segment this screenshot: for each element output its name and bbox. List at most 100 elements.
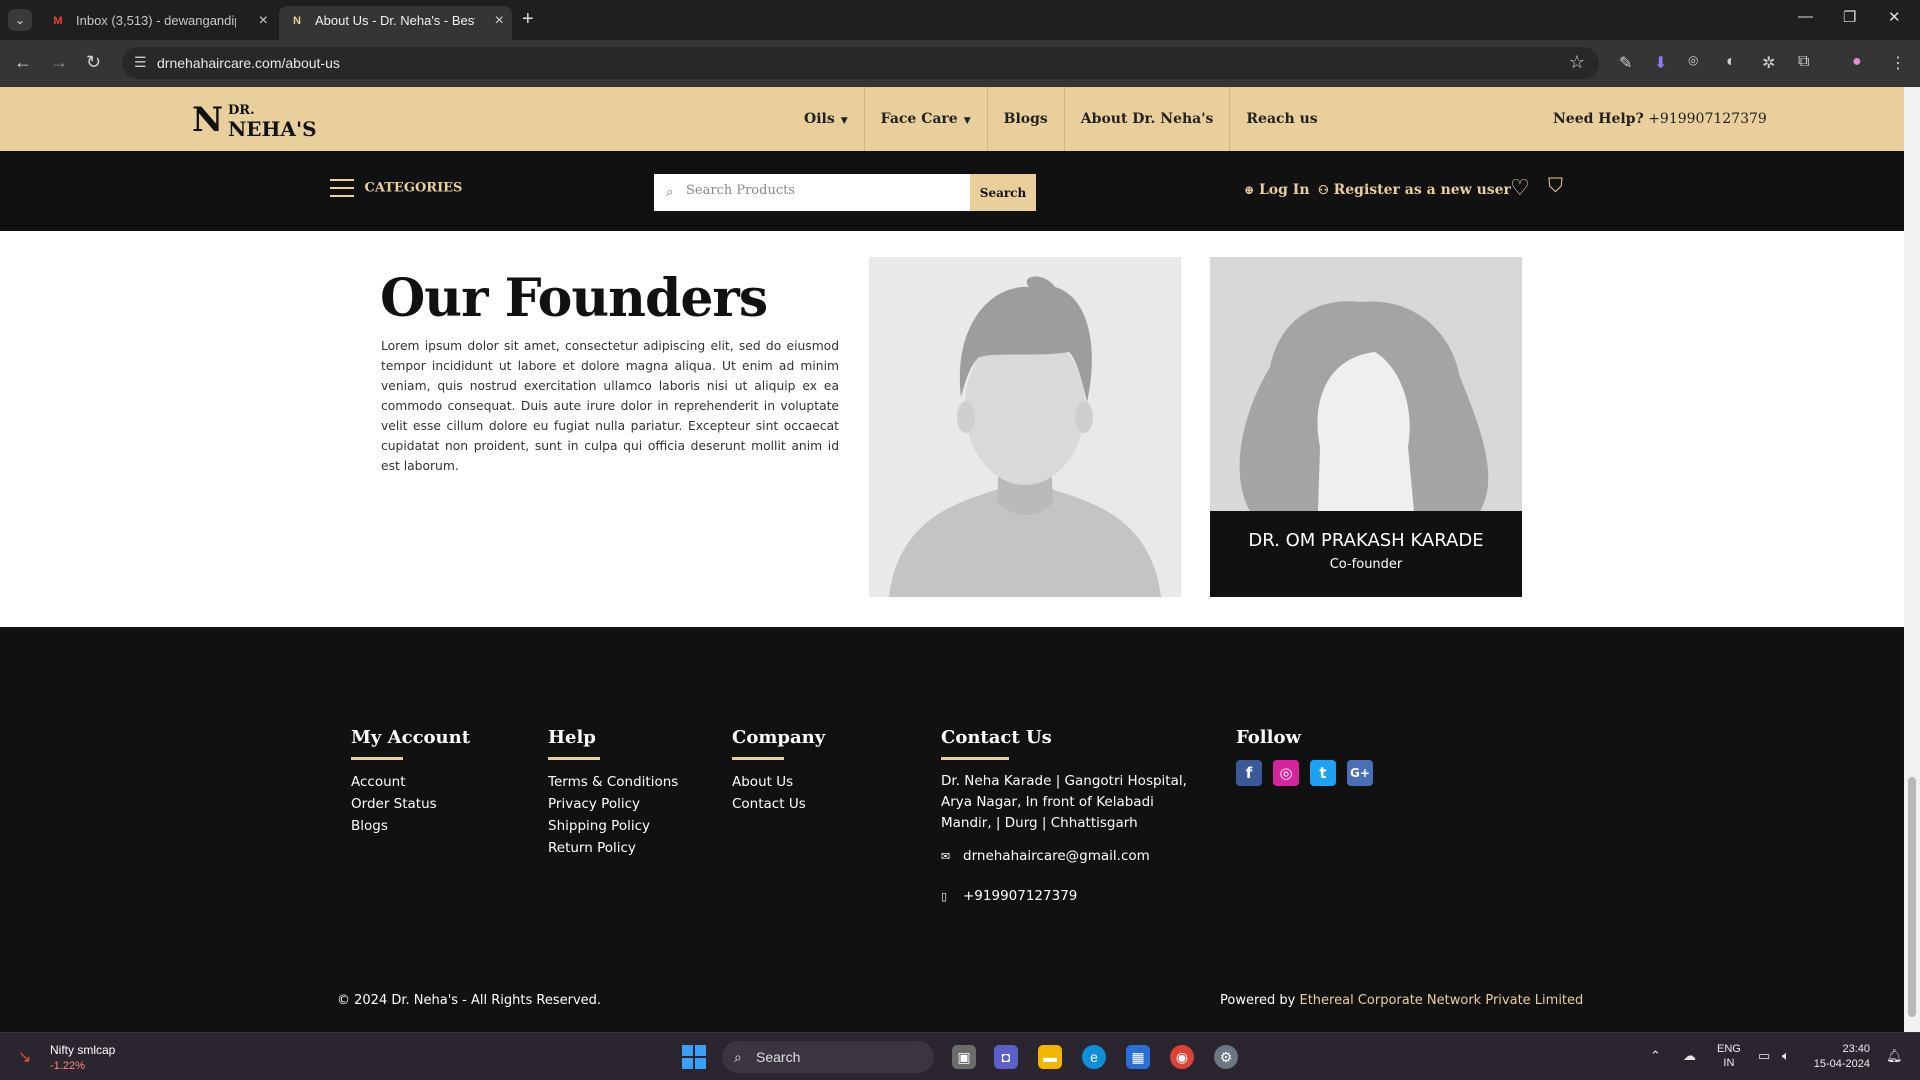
- reload-icon[interactable]: ↻: [86, 52, 101, 73]
- stock-widget[interactable]: ↘ Nifty smlcap -1.22%: [18, 1043, 115, 1072]
- footer-link-privacy[interactable]: Privacy Policy: [548, 793, 678, 815]
- onedrive-icon[interactable]: ☁: [1683, 1048, 1696, 1064]
- edge-icon[interactable]: e: [1082, 1045, 1106, 1069]
- scrollbar-thumb[interactable]: [1908, 777, 1916, 1017]
- taskbar-search[interactable]: ⌕ Search: [722, 1041, 934, 1073]
- register-link[interactable]: ⚇ Register as a new user: [1318, 182, 1511, 198]
- nav-item-oils[interactable]: Oils ▼: [788, 87, 865, 151]
- chevron-up-icon[interactable]: ⌃: [1650, 1048, 1661, 1064]
- volume-icon[interactable]: 🔈︎: [1782, 1048, 1790, 1064]
- nav-item-reach-us[interactable]: Reach us: [1230, 87, 1333, 151]
- categories-button[interactable]: CATEGORIES: [330, 179, 462, 197]
- nav-label: Oils: [804, 111, 835, 127]
- nav-item-blogs[interactable]: Blogs: [988, 87, 1065, 151]
- need-help: Need Help? +919907127379: [1553, 111, 1767, 127]
- wishlist-heart-icon[interactable]: ♡: [1510, 175, 1530, 201]
- theme-extension-icon[interactable]: ◐: [1726, 53, 1736, 71]
- shopping-bag-icon[interactable]: ⛉: [1548, 175, 1563, 198]
- minimize-button[interactable]: —: [1798, 8, 1813, 25]
- clock-time: 23:40: [1842, 1043, 1870, 1055]
- language-indicator[interactable]: ENG IN: [1717, 1042, 1741, 1070]
- restore-button[interactable]: ❐: [1843, 8, 1856, 26]
- footer-heading: Help: [548, 727, 596, 748]
- instagram-icon[interactable]: ◎: [1273, 760, 1299, 786]
- footer-link-order-status[interactable]: Order Status: [351, 793, 470, 815]
- address-bar[interactable]: ☰ drnehahaircare.com/about-us ☆: [122, 47, 1599, 79]
- site-footer: My Account Account Order Status Blogs He…: [0, 627, 1904, 1032]
- need-help-phone[interactable]: +919907127379: [1648, 111, 1767, 127]
- footer-link-shipping[interactable]: Shipping Policy: [548, 815, 678, 837]
- contact-phone-text: +919907127379: [963, 888, 1078, 904]
- windows-start-icon[interactable]: [682, 1045, 706, 1069]
- footer-link-contact-us[interactable]: Contact Us: [732, 793, 825, 815]
- register-icon: ⚇: [1318, 183, 1329, 197]
- contact-address: Dr. Neha Karade | Gangotri Hospital, Ary…: [941, 773, 1187, 831]
- footer-link-blogs[interactable]: Blogs: [351, 815, 470, 837]
- need-help-label: Need Help?: [1553, 111, 1644, 127]
- notification-bell-icon[interactable]: 🔔︎: [1886, 1048, 1903, 1064]
- founder-role: Co-founder: [1329, 557, 1403, 572]
- founders-description: Lorem ipsum dolor sit amet, consectetur …: [381, 339, 839, 473]
- task-view-icon[interactable]: ▣: [952, 1045, 976, 1069]
- google-plus-icon[interactable]: G+: [1347, 760, 1373, 786]
- browser-menu-icon[interactable]: ⋮: [1890, 53, 1906, 73]
- chrome-icon[interactable]: ◉: [1170, 1045, 1194, 1069]
- footer-help: Help Terms & Conditions Privacy Policy S…: [548, 727, 678, 859]
- new-tab-button[interactable]: +: [522, 8, 534, 31]
- close-window-button[interactable]: ✕: [1888, 8, 1901, 26]
- stock-change: -1.22%: [50, 1060, 85, 1072]
- system-clock[interactable]: 23:40 15-04-2024: [1808, 1042, 1870, 1072]
- heading-underline: [548, 757, 600, 760]
- back-icon[interactable]: ←: [14, 52, 32, 73]
- footer-link-account[interactable]: Account: [351, 771, 470, 793]
- extension-icon[interactable]: ◎: [1688, 53, 1698, 67]
- tab-inbox[interactable]: M Inbox (3,513) - dewangandipen ×: [40, 6, 276, 40]
- footer-link-terms[interactable]: Terms & Conditions: [548, 771, 678, 793]
- login-link[interactable]: ⊕ Log In: [1244, 182, 1310, 198]
- search-input[interactable]: [686, 183, 966, 198]
- teams-icon[interactable]: ◘: [994, 1045, 1018, 1069]
- forward-icon[interactable]: →: [50, 52, 68, 73]
- tab-title: Inbox (3,513) - dewangandipen: [76, 13, 236, 28]
- powered-company-link[interactable]: Ethereal Corporate Network Private Limit…: [1300, 993, 1584, 1008]
- hamburger-icon: [330, 179, 354, 197]
- footer-heading: Contact Us: [941, 727, 1052, 748]
- profile-avatar[interactable]: ●: [1852, 53, 1862, 71]
- nav-item-about[interactable]: About Dr. Neha's: [1065, 87, 1231, 151]
- url-text[interactable]: drnehahaircare.com/about-us: [157, 55, 340, 71]
- logo-bottom-text: NEHA'S: [228, 117, 317, 141]
- twitter-icon[interactable]: t: [1310, 760, 1336, 786]
- site-logo[interactable]: N DR. NEHA'S: [192, 100, 317, 141]
- tab-about-us[interactable]: N About Us - Dr. Neha's - Best Ca ×: [279, 6, 512, 40]
- search-button[interactable]: Search: [970, 174, 1036, 211]
- site-header: N DR. NEHA'S Oils ▼ Face Care ▼ Blogs Abou…: [0, 87, 1904, 151]
- login-label: Log In: [1258, 182, 1310, 198]
- female-avatar: [1210, 257, 1522, 511]
- network-icon[interactable]: ▭: [1758, 1048, 1770, 1064]
- facebook-icon[interactable]: f: [1236, 760, 1262, 786]
- register-label: Register as a new user: [1333, 182, 1511, 198]
- bookmark-star-icon[interactable]: ☆: [1569, 52, 1585, 73]
- store-icon[interactable]: ▦: [1126, 1045, 1150, 1069]
- extensions-puzzle-icon[interactable]: ⧉: [1798, 53, 1809, 71]
- founder-name: DR. OM PRAKASH KARADE: [1248, 530, 1484, 551]
- founders-title: Our Founders: [380, 268, 768, 329]
- footer-link-about-us[interactable]: About Us: [732, 771, 825, 793]
- logo-mark: N: [192, 100, 224, 140]
- file-explorer-icon[interactable]: ▬: [1038, 1045, 1062, 1069]
- page-scrollbar[interactable]: [1904, 87, 1920, 1032]
- footer-heading: My Account: [351, 727, 471, 748]
- pen-extension-icon[interactable]: ✎: [1619, 53, 1632, 73]
- footer-link-return[interactable]: Return Policy: [548, 837, 678, 859]
- settings-icon[interactable]: ⚙: [1214, 1045, 1238, 1069]
- nav-item-face-care[interactable]: Face Care ▼: [865, 87, 988, 151]
- download-extension-icon[interactable]: ⬇: [1654, 53, 1667, 73]
- close-tab-icon[interactable]: ×: [259, 6, 268, 36]
- close-tab-icon[interactable]: ×: [495, 6, 504, 36]
- contact-phone[interactable]: ▯ +919907127379: [941, 886, 1203, 907]
- stock-name: Nifty smlcap: [50, 1043, 116, 1057]
- gear-extension-icon[interactable]: ✲: [1762, 53, 1775, 73]
- tab-search-button[interactable]: ⌄: [8, 9, 32, 31]
- contact-email[interactable]: ✉ drnehahaircare@gmail.com: [941, 846, 1203, 867]
- site-info-icon[interactable]: ☰: [134, 54, 147, 71]
